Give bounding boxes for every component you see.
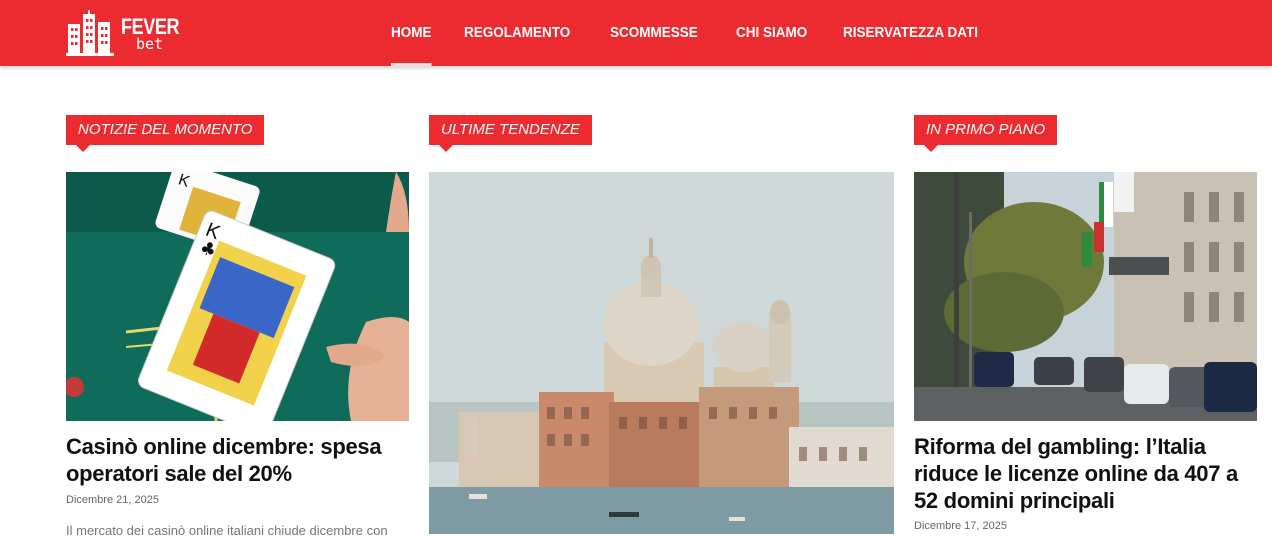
- nav-chi-siamo[interactable]: CHI SIAMO: [736, 0, 807, 66]
- nav-scommesse[interactable]: SCOMMESSE: [610, 0, 698, 66]
- main-nav: HOME REGOLAMENTO SCOMMESSE CHI SIAMO RIS…: [391, 0, 1021, 66]
- article-excerpt: Il mercato dei casinò online italiani ch…: [66, 523, 388, 538]
- column-tendenze: ULTIME TENDENZE: [429, 115, 894, 534]
- article-date: Dicembre 17, 2025: [914, 520, 1007, 532]
- section-label[interactable]: IN PRIMO PIANO: [914, 115, 1058, 152]
- section-label[interactable]: NOTIZIE DEL MOMENTO: [66, 115, 265, 152]
- city-buildings-icon: [66, 10, 114, 56]
- article-image-street[interactable]: [914, 172, 1257, 421]
- column-notizie: NOTIZIE DEL MOMENTO K K ♣ Casinò online …: [66, 115, 409, 538]
- site-logo[interactable]: FEVER bet: [66, 10, 186, 58]
- article-image-venice[interactable]: [429, 172, 894, 534]
- article-image-cards[interactable]: K K ♣: [66, 172, 409, 421]
- column-primo-piano: IN PRIMO PIANO Riforma del gambling: l’I…: [914, 115, 1257, 532]
- article-title[interactable]: Riforma del gambling: l’Italia riduce le…: [914, 433, 1257, 514]
- section-label[interactable]: ULTIME TENDENZE: [429, 115, 592, 152]
- nav-riservatezza-dati[interactable]: RISERVATEZZA DATI: [843, 0, 978, 66]
- nav-home[interactable]: HOME: [391, 0, 432, 66]
- site-header: FEVER bet HOME REGOLAMENTO SCOMMESSE CHI…: [0, 0, 1272, 66]
- nav-regolamento[interactable]: REGOLAMENTO: [464, 0, 570, 66]
- article-title[interactable]: Casinò online dicembre: spesa operatori …: [66, 433, 409, 487]
- article-date: Dicembre 21, 2025: [66, 494, 159, 506]
- logo-text-bet: bet: [136, 35, 164, 53]
